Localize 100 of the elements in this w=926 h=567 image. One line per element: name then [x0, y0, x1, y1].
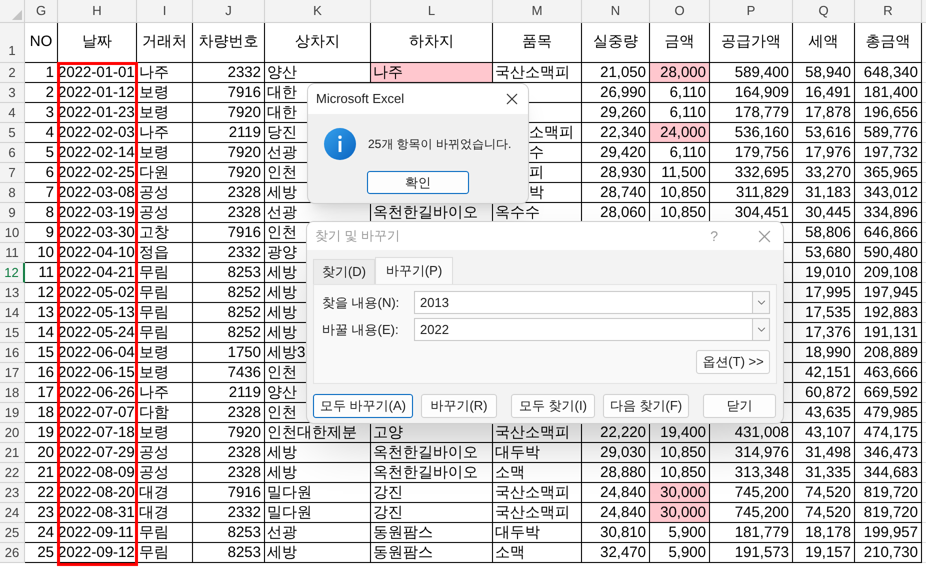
dialog-button[interactable]: 다음 찾기(F) — [603, 394, 689, 418]
select-all-corner[interactable] — [0, 0, 25, 23]
table-cell: 대경 — [137, 483, 193, 503]
table-cell: 나주 — [137, 123, 193, 143]
table-cell: 192,883 — [855, 303, 922, 323]
row-header[interactable]: 8 — [0, 183, 25, 203]
row-header[interactable]: 1 — [0, 23, 25, 63]
table-cell: 8252 — [193, 323, 265, 343]
table-cell: 나주 — [371, 63, 493, 83]
row-header[interactable]: 17 — [0, 363, 25, 383]
row-header[interactable]: 18 — [0, 383, 25, 403]
table-cell: 무림 — [137, 283, 193, 303]
table-cell: 8 — [25, 203, 58, 223]
table-cell: 15 — [25, 343, 58, 363]
tab[interactable]: 찾기(D) — [313, 259, 375, 284]
column-header[interactable]: O — [650, 0, 710, 23]
table-cell: 고창 — [137, 223, 193, 243]
row-header[interactable]: 2 — [0, 63, 25, 83]
column-header[interactable]: H — [58, 0, 137, 23]
table-cell: 11,500 — [650, 163, 710, 183]
table-cell: 10,850 — [650, 443, 710, 463]
table-cell: 국산소맥피 — [493, 483, 582, 503]
dialog-button[interactable]: 닫기 — [703, 394, 776, 418]
table-cell: 19,157 — [793, 543, 855, 563]
row-header[interactable]: 9 — [0, 203, 25, 223]
row-header[interactable]: 6 — [0, 143, 25, 163]
dialog-button[interactable]: 모두 바꾸기(A) — [313, 394, 413, 418]
table-cell: 세방 — [265, 543, 371, 563]
header-cell: 세액 — [793, 23, 855, 63]
column-header[interactable]: R — [855, 0, 922, 23]
table-cell: 무림 — [137, 263, 193, 283]
column-header[interactable]: P — [710, 0, 793, 23]
column-header[interactable]: Q — [793, 0, 855, 23]
table-cell: 7920 — [193, 143, 265, 163]
table-cell: 6,110 — [650, 83, 710, 103]
header-cell: NO — [25, 23, 58, 63]
row-header[interactable]: 23 — [0, 483, 25, 503]
table-cell: 2328 — [193, 203, 265, 223]
row-header[interactable]: 25 — [0, 523, 25, 543]
close-icon[interactable] — [506, 93, 518, 105]
row-header[interactable]: 3 — [0, 83, 25, 103]
row-header[interactable]: 12 — [0, 263, 25, 283]
table-cell: 313,348 — [710, 463, 793, 483]
table-cell: 강진 — [371, 503, 493, 523]
table-cell: 2022-05-24 — [58, 323, 137, 343]
column-header[interactable]: I — [137, 0, 193, 23]
replace-field[interactable]: 2022 — [414, 318, 753, 341]
options-button[interactable]: 옵션(T) >> — [696, 350, 770, 374]
chevron-down-icon[interactable] — [756, 300, 766, 305]
triangle-icon[interactable] — [12, 10, 22, 20]
tab[interactable]: 바꾸기(P) — [375, 257, 453, 284]
table-cell: 19,010 — [793, 263, 855, 283]
table-cell: 2328 — [193, 403, 265, 423]
table-cell: 강진 — [371, 483, 493, 503]
column-header[interactable]: M — [493, 0, 582, 23]
table-cell: 2022-01-01 — [58, 63, 137, 83]
table-cell: 나주 — [137, 383, 193, 403]
table-cell: 16,491 — [793, 83, 855, 103]
column-header[interactable]: J — [193, 0, 265, 23]
column-header[interactable]: K — [265, 0, 371, 23]
row-header[interactable]: 7 — [0, 163, 25, 183]
row-header[interactable]: 4 — [0, 103, 25, 123]
row-header[interactable]: 24 — [0, 503, 25, 523]
table-cell: 16 — [25, 363, 58, 383]
row-header[interactable]: 14 — [0, 303, 25, 323]
row-header[interactable]: 20 — [0, 423, 25, 443]
column-header[interactable]: L — [371, 0, 493, 23]
table-cell: 30,445 — [793, 203, 855, 223]
row-header[interactable]: 22 — [0, 463, 25, 483]
table-cell: 옥천한길바이오 — [371, 463, 493, 483]
table-cell: 24,000 — [650, 123, 710, 143]
table-cell: 30,810 — [582, 523, 650, 543]
table-cell: 세방 — [265, 443, 371, 463]
row-header[interactable]: 21 — [0, 443, 25, 463]
table-cell: 208,889 — [855, 343, 922, 363]
column-header[interactable]: G — [25, 0, 58, 23]
table-cell: 43,635 — [793, 403, 855, 423]
table-cell: 536,160 — [710, 123, 793, 143]
row-header[interactable]: 15 — [0, 323, 25, 343]
table-cell: 무림 — [137, 323, 193, 343]
row-header[interactable]: 13 — [0, 283, 25, 303]
column-header[interactable]: N — [582, 0, 650, 23]
table-cell: 보령 — [137, 103, 193, 123]
row-header[interactable]: 19 — [0, 403, 25, 423]
find-field[interactable]: 2013 — [414, 291, 753, 314]
table-cell: 세방 — [265, 463, 371, 483]
row-header[interactable]: 10 — [0, 223, 25, 243]
header-cell: 날짜 — [58, 23, 137, 63]
header-cell: 거래처 — [137, 23, 193, 63]
row-header[interactable]: 26 — [0, 543, 25, 563]
dialog-button[interactable]: 모두 찾기(I) — [511, 394, 595, 418]
ok-button[interactable]: 확인 — [367, 171, 469, 194]
table-cell: 24 — [25, 523, 58, 543]
row-header[interactable]: 11 — [0, 243, 25, 263]
row-header[interactable]: 16 — [0, 343, 25, 363]
dialog-button[interactable]: 바꾸기(R) — [421, 394, 497, 418]
table-cell: 58,806 — [793, 223, 855, 243]
table-cell: 646,866 — [855, 223, 922, 243]
row-header[interactable]: 5 — [0, 123, 25, 143]
chevron-down-icon[interactable] — [756, 327, 766, 332]
